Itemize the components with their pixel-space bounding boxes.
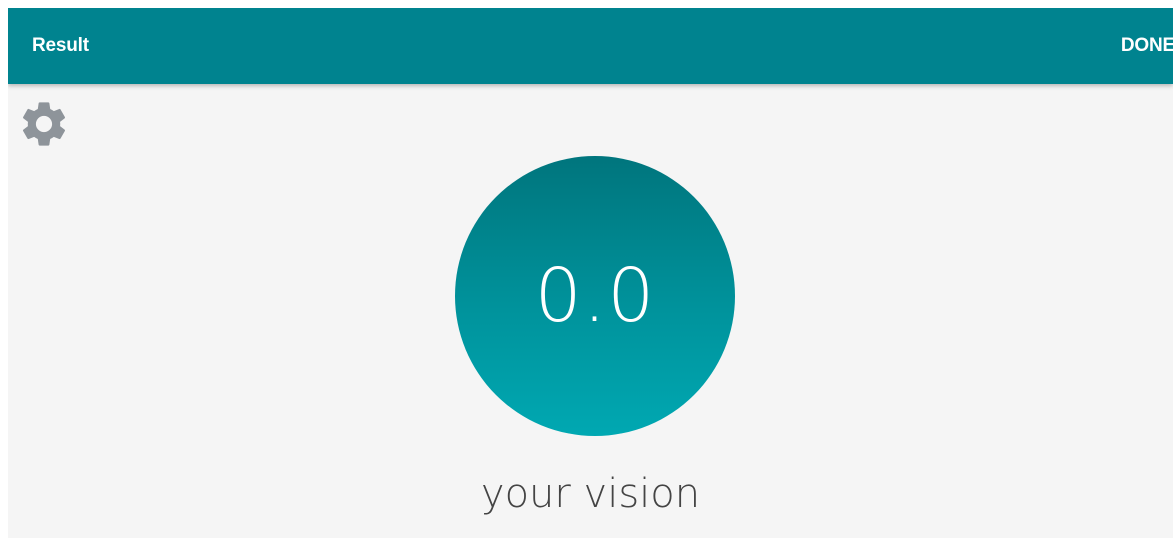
app-bar: Result DONE <box>8 8 1173 84</box>
gear-icon <box>22 102 66 146</box>
settings-button[interactable] <box>16 96 72 152</box>
vision-score-circle: 0.0 <box>455 156 735 436</box>
done-button[interactable]: DONE <box>1121 34 1173 58</box>
vision-label: your vision <box>480 471 701 517</box>
result-screen: Result DONE 0.0 your vision <box>8 8 1173 538</box>
vision-score-value: 0.0 <box>534 253 656 339</box>
page-title: Result <box>32 35 89 56</box>
